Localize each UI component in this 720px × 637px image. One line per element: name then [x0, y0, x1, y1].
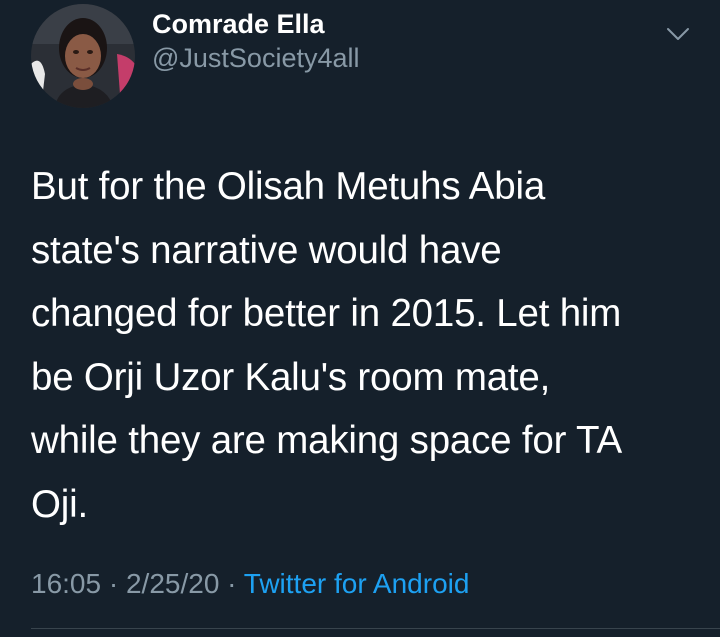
meta-separator: ·	[219, 568, 244, 599]
tweet-meta: 16:05 · 2/25/20 · Twitter for Android	[31, 566, 469, 602]
display-name[interactable]: Comrade Ella	[152, 7, 360, 41]
tweet-text: But for the Olisah Metuhs Abia state's n…	[31, 165, 622, 526]
avatar[interactable]	[31, 4, 135, 108]
tweet-date[interactable]: 2/25/20	[126, 568, 219, 599]
divider	[31, 628, 720, 629]
tweet-time[interactable]: 16:05	[31, 568, 101, 599]
tweet-source-link[interactable]: Twitter for Android	[244, 568, 470, 599]
tweet-header: Comrade Ella @JustSociety4all	[31, 4, 360, 108]
chevron-down-icon[interactable]	[666, 26, 690, 42]
meta-separator: ·	[101, 568, 126, 599]
tweet-card: Comrade Ella @JustSociety4all But for th…	[0, 0, 720, 637]
user-handle[interactable]: @JustSociety4all	[152, 41, 360, 75]
user-names: Comrade Ella @JustSociety4all	[152, 7, 360, 75]
avatar-image	[31, 4, 135, 108]
